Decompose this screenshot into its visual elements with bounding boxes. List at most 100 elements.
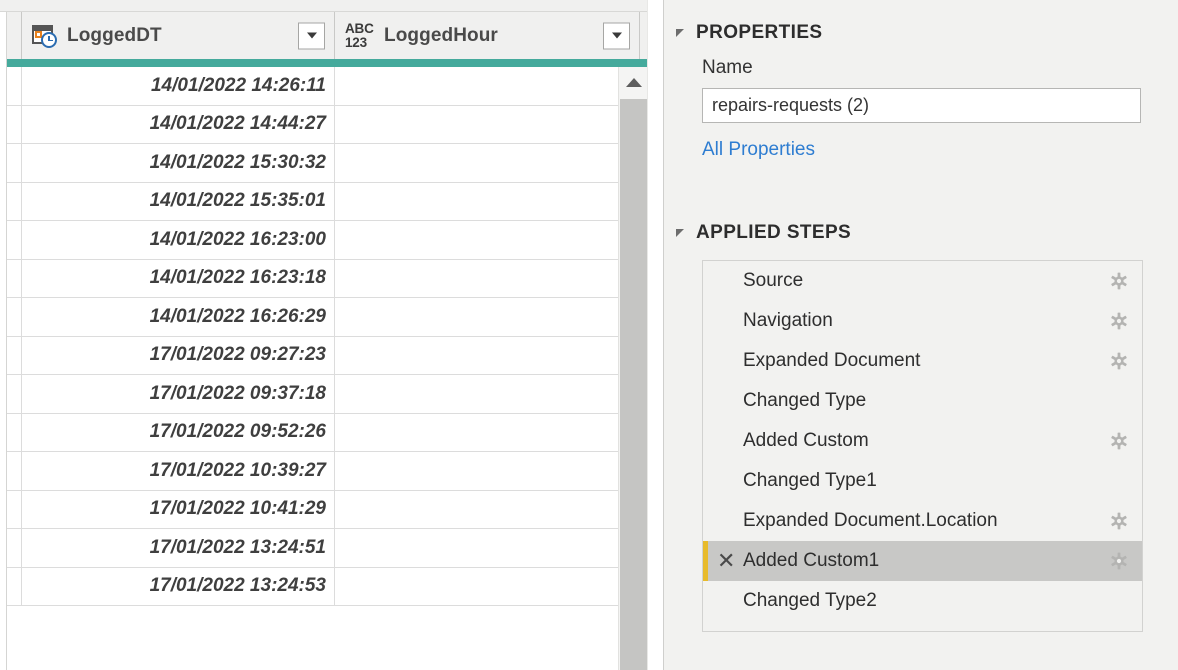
datetime-type-icon[interactable]: [32, 24, 58, 48]
cell-loggedhour[interactable]: [335, 298, 640, 336]
applied-step-label: Expanded Document: [743, 350, 921, 371]
query-name-input[interactable]: [702, 88, 1141, 123]
data-preview-grid: LoggedDT ABC 123 LoggedHour 14/01/2022 1…: [0, 0, 663, 670]
delete-step-icon[interactable]: ✕: [717, 550, 743, 572]
applied-step-item[interactable]: ✕Expanded Document: [703, 341, 1142, 381]
gear-icon[interactable]: [1109, 551, 1129, 571]
header-accent-bar: [0, 59, 663, 67]
table-row[interactable]: 17/01/2022 09:52:26: [0, 413, 663, 452]
grid-vertical-scrollbar[interactable]: [618, 67, 647, 670]
applied-step-item[interactable]: ✕Changed Type1: [703, 461, 1142, 501]
applied-step-item[interactable]: ✕ Added Custom1: [703, 541, 1142, 581]
cell-loggeddt[interactable]: 14/01/2022 16:23:18: [22, 259, 335, 297]
scroll-up-button[interactable]: [619, 67, 648, 97]
cell-loggeddt[interactable]: 14/01/2022 16:23:00: [22, 221, 335, 259]
chevron-up-icon: [625, 77, 642, 87]
column-header-label: LoggedHour: [384, 24, 498, 46]
applied-step-item[interactable]: ✕Navigation: [703, 301, 1142, 341]
cell-loggedhour[interactable]: [335, 336, 640, 374]
applied-step-item[interactable]: ✕Expanded Document.Location: [703, 501, 1142, 541]
applied-step-item[interactable]: ✕Changed Type2: [703, 581, 1142, 621]
any-type-icon-abc: ABC: [345, 20, 374, 36]
gear-icon[interactable]: [1109, 351, 1129, 371]
grid-header-row: LoggedDT ABC 123 LoggedHour: [0, 12, 663, 59]
triangle-expanded-icon[interactable]: [676, 229, 684, 237]
any-type-icon[interactable]: ABC 123: [345, 20, 375, 50]
cell-loggedhour[interactable]: [335, 105, 640, 143]
table-row[interactable]: 14/01/2022 15:30:32: [0, 144, 663, 183]
cell-loggedhour[interactable]: [335, 259, 640, 297]
cell-loggeddt[interactable]: 17/01/2022 10:41:29: [22, 490, 335, 528]
cell-loggeddt[interactable]: 14/01/2022 15:35:01: [22, 182, 335, 220]
table-row[interactable]: 17/01/2022 13:24:51: [0, 529, 663, 568]
applied-step-label: Added Custom1: [743, 550, 880, 571]
cell-loggedhour[interactable]: [335, 490, 640, 528]
gear-icon[interactable]: [1109, 511, 1129, 531]
properties-section-header[interactable]: PROPERTIES: [664, 22, 1178, 44]
any-type-icon-123: 123: [345, 34, 367, 50]
table-row[interactable]: 14/01/2022 14:44:27: [0, 105, 663, 144]
table-row[interactable]: 14/01/2022 16:26:29: [0, 298, 663, 337]
table-row[interactable]: 17/01/2022 10:41:29: [0, 490, 663, 529]
triangle-expanded-icon[interactable]: [676, 29, 684, 37]
applied-step-label: Navigation: [743, 310, 833, 331]
cell-loggeddt[interactable]: 17/01/2022 10:39:27: [22, 452, 335, 490]
applied-steps-section-title: APPLIED STEPS: [696, 222, 852, 243]
applied-step-item[interactable]: ✕Changed Type: [703, 381, 1142, 421]
cell-loggedhour[interactable]: [335, 67, 640, 105]
power-query-editor: LoggedDT ABC 123 LoggedHour 14/01/2022 1…: [0, 0, 1178, 670]
cell-loggeddt[interactable]: 14/01/2022 16:26:29: [22, 298, 335, 336]
cell-loggeddt[interactable]: 14/01/2022 14:44:27: [22, 105, 335, 143]
cell-loggedhour[interactable]: [335, 413, 640, 451]
cell-loggedhour[interactable]: [335, 375, 640, 413]
cell-loggedhour[interactable]: [335, 221, 640, 259]
applied-step-label: Changed Type: [743, 390, 867, 411]
gear-icon[interactable]: [1109, 431, 1129, 451]
cell-loggedhour[interactable]: [335, 182, 640, 220]
applied-step-item[interactable]: ✕Source: [703, 261, 1142, 301]
table-row[interactable]: 14/01/2022 16:23:00: [0, 221, 663, 260]
table-row[interactable]: 14/01/2022 14:26:11: [0, 67, 663, 106]
cell-loggedhour[interactable]: [335, 529, 640, 567]
applied-step-label: Changed Type1: [743, 470, 877, 491]
chevron-down-icon: [611, 32, 622, 39]
name-field-label: Name: [702, 57, 753, 78]
scrollbar-thumb[interactable]: [620, 99, 647, 670]
previous-column-edge: [0, 12, 7, 670]
cell-loggedhour[interactable]: [335, 567, 640, 605]
applied-steps-list: ✕Source✕Navigation✕Expanded Document✕Cha…: [702, 260, 1143, 632]
table-row[interactable]: 17/01/2022 10:39:27: [0, 452, 663, 491]
table-row[interactable]: 14/01/2022 16:23:18: [0, 259, 663, 298]
gear-icon[interactable]: [1109, 271, 1129, 291]
query-settings-pane: PROPERTIES Name All Properties APPLIED S…: [663, 0, 1178, 670]
grid-top-strip: [0, 0, 663, 12]
column-header-loggedhour[interactable]: ABC 123 LoggedHour: [335, 12, 640, 59]
table-row[interactable]: 14/01/2022 15:35:01: [0, 182, 663, 221]
grid-right-edge: [647, 0, 663, 670]
applied-step-item[interactable]: ✕Added Custom: [703, 421, 1142, 461]
table-row[interactable]: 17/01/2022 09:37:18: [0, 375, 663, 414]
table-row[interactable]: 17/01/2022 09:27:23: [0, 336, 663, 375]
column-filter-button-loggedhour[interactable]: [603, 22, 630, 49]
cell-loggeddt[interactable]: 17/01/2022 13:24:53: [22, 567, 335, 605]
column-header-label: LoggedDT: [67, 24, 162, 46]
chevron-down-icon: [306, 32, 317, 39]
applied-steps-section-header[interactable]: APPLIED STEPS: [664, 222, 1178, 244]
gear-icon[interactable]: [1109, 311, 1129, 331]
cell-loggeddt[interactable]: 14/01/2022 14:26:11: [22, 67, 335, 105]
applied-step-label: Changed Type2: [743, 590, 877, 611]
cell-loggeddt[interactable]: 17/01/2022 13:24:51: [22, 529, 335, 567]
applied-step-label: Expanded Document.Location: [743, 510, 998, 531]
grid-body: 14/01/2022 14:26:11 14/01/2022 14:44:27 14…: [0, 67, 663, 670]
table-row[interactable]: 17/01/2022 13:24:53: [0, 567, 663, 606]
cell-loggeddt[interactable]: 14/01/2022 15:30:32: [22, 144, 335, 182]
cell-loggeddt[interactable]: 17/01/2022 09:27:23: [22, 336, 335, 374]
properties-section-title: PROPERTIES: [696, 22, 823, 43]
cell-loggeddt[interactable]: 17/01/2022 09:52:26: [22, 413, 335, 451]
column-filter-button-loggeddt[interactable]: [298, 22, 325, 49]
cell-loggeddt[interactable]: 17/01/2022 09:37:18: [22, 375, 335, 413]
cell-loggedhour[interactable]: [335, 452, 640, 490]
column-header-loggeddt[interactable]: LoggedDT: [22, 12, 335, 59]
cell-loggedhour[interactable]: [335, 144, 640, 182]
all-properties-link[interactable]: All Properties: [702, 139, 815, 161]
